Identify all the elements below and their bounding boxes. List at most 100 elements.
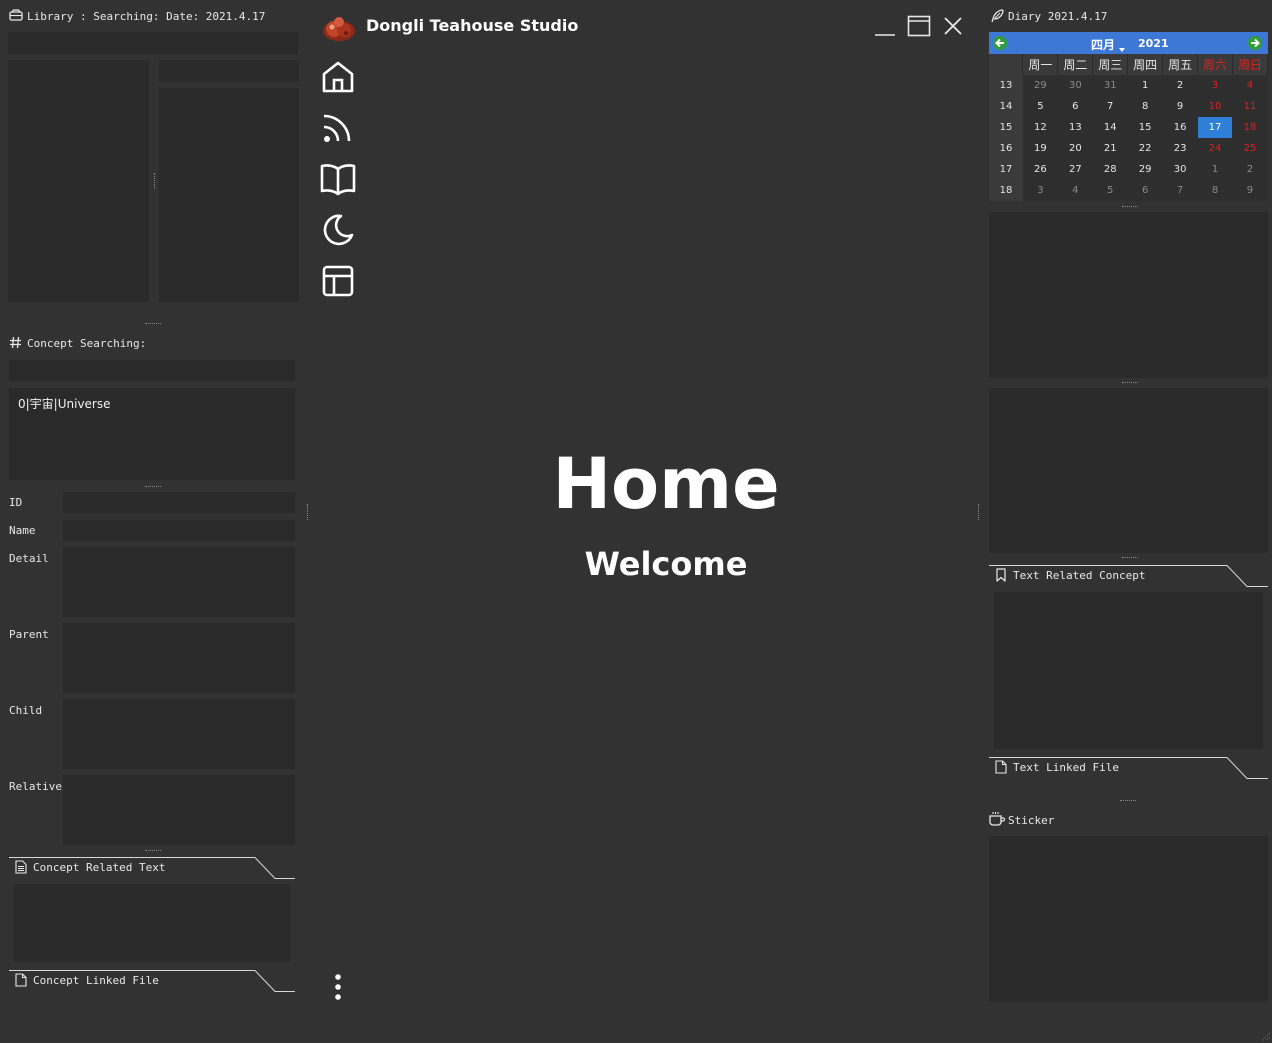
calendar-month[interactable]: 四月 [1091, 36, 1115, 53]
concept-result-item[interactable]: 0|宇宙|Universe [18, 395, 111, 412]
weekday-label: 周二 [1057, 54, 1094, 75]
book-icon[interactable] [320, 162, 356, 199]
home-subtitle: Welcome [584, 545, 748, 583]
id-field[interactable] [63, 492, 295, 513]
concept-related-text-list[interactable] [14, 884, 290, 962]
file-icon [995, 760, 1007, 777]
library-list[interactable] [159, 88, 299, 302]
day-cell[interactable]: 19 [1023, 138, 1058, 159]
day-cell[interactable]: 4 [1232, 75, 1267, 96]
moon-icon[interactable] [321, 213, 355, 250]
library-tree[interactable] [8, 60, 149, 302]
library-search-input[interactable] [8, 32, 298, 54]
day-cell[interactable]: 8 [1128, 96, 1163, 117]
day-cell[interactable]: 7 [1163, 180, 1198, 201]
day-cell[interactable]: 14 [1093, 117, 1128, 138]
prev-month-button[interactable] [993, 36, 1007, 50]
day-cell[interactable]: 16 [1163, 117, 1198, 138]
selected-day-cell[interactable]: 17 [1197, 117, 1233, 138]
day-cell[interactable]: 7 [1093, 96, 1128, 117]
day-cell[interactable]: 27 [1058, 159, 1093, 180]
text-related-concept-tab[interactable]: Text Related Concept [989, 565, 1268, 587]
minimize-button[interactable] [874, 16, 896, 41]
next-month-button[interactable] [1248, 36, 1262, 50]
day-cell[interactable]: 23 [1163, 138, 1198, 159]
day-cell[interactable]: 21 [1093, 138, 1128, 159]
day-cell[interactable]: 1 [1128, 75, 1163, 96]
day-cell[interactable]: 25 [1232, 138, 1267, 159]
day-cell[interactable]: 4 [1058, 180, 1093, 201]
day-cell[interactable]: 3 [1023, 180, 1058, 201]
more-vertical-icon[interactable] [331, 972, 345, 1007]
day-cell[interactable]: 11 [1232, 96, 1267, 117]
library-filter-input[interactable] [159, 60, 299, 82]
day-cell[interactable]: 2 [1232, 159, 1267, 180]
hash-icon [9, 336, 22, 352]
child-field[interactable] [63, 699, 295, 769]
library-splitter[interactable] [154, 173, 156, 189]
text-related-concept-list[interactable] [994, 592, 1263, 749]
text-linked-file-tab[interactable]: Text Linked File [989, 757, 1268, 779]
weekday-label: 周六 [1197, 54, 1233, 75]
concept-search-input[interactable] [9, 360, 295, 381]
calendar-week-row: 13 29 30 31 1 2 3 4 [989, 75, 1268, 96]
day-cell[interactable]: 20 [1058, 138, 1093, 159]
right-splitter-1[interactable] [1122, 206, 1138, 208]
day-cell[interactable]: 29 [1023, 75, 1058, 96]
right-splitter-4[interactable] [1120, 800, 1136, 802]
concept-fields-splitter[interactable] [145, 850, 161, 852]
concept-linked-file-tab[interactable]: Concept Linked File [9, 970, 295, 992]
diary-list[interactable] [989, 212, 1268, 378]
right-splitter-2[interactable] [1122, 382, 1138, 384]
weekday-label: 周四 [1127, 54, 1164, 75]
day-cell[interactable]: 2 [1163, 75, 1198, 96]
day-cell[interactable]: 29 [1128, 159, 1163, 180]
day-cell[interactable]: 6 [1058, 96, 1093, 117]
day-cell[interactable]: 12 [1023, 117, 1058, 138]
day-cell[interactable]: 5 [1023, 96, 1058, 117]
home-icon[interactable] [321, 60, 355, 97]
day-cell[interactable]: 22 [1128, 138, 1163, 159]
detail-label: Detail [9, 552, 49, 565]
week-number: 18 [989, 180, 1023, 201]
day-cell[interactable]: 8 [1198, 180, 1233, 201]
day-cell[interactable]: 6 [1128, 180, 1163, 201]
concept-related-text-tab[interactable]: Concept Related Text [9, 857, 295, 879]
day-cell[interactable]: 18 [1232, 117, 1267, 138]
left-splitter-1[interactable] [145, 323, 161, 325]
week-number: 13 [989, 75, 1023, 96]
sticker-area[interactable] [989, 836, 1268, 1002]
day-cell[interactable]: 1 [1198, 159, 1233, 180]
day-cell[interactable]: 5 [1093, 180, 1128, 201]
day-cell[interactable]: 24 [1198, 138, 1233, 159]
day-cell[interactable]: 30 [1163, 159, 1198, 180]
day-cell[interactable]: 13 [1058, 117, 1093, 138]
day-cell[interactable]: 15 [1128, 117, 1163, 138]
detail-field[interactable] [63, 547, 295, 617]
relative-field[interactable] [63, 775, 295, 845]
calendar[interactable]: 四月 2021 周一 周二 周三 周四 周五 周六 周日 13 29 30 31… [989, 32, 1269, 201]
name-field[interactable] [63, 520, 295, 541]
day-cell[interactable]: 26 [1023, 159, 1058, 180]
day-cell[interactable]: 28 [1093, 159, 1128, 180]
maximize-button[interactable] [907, 15, 931, 40]
rss-icon[interactable] [321, 112, 355, 147]
left-main-splitter[interactable] [307, 504, 309, 520]
right-main-splitter[interactable] [978, 504, 980, 520]
right-splitter-3[interactable] [1122, 557, 1138, 559]
day-cell[interactable]: 9 [1163, 96, 1198, 117]
day-cell[interactable]: 10 [1198, 96, 1233, 117]
day-cell[interactable]: 31 [1093, 75, 1128, 96]
calendar-year[interactable]: 2021 [1138, 37, 1169, 50]
day-cell[interactable]: 30 [1058, 75, 1093, 96]
day-cell[interactable]: 9 [1232, 180, 1267, 201]
layout-icon[interactable] [321, 264, 355, 301]
day-cell[interactable]: 3 [1198, 75, 1233, 96]
parent-field[interactable] [63, 623, 295, 693]
concept-result-list[interactable]: 0|宇宙|Universe [9, 388, 295, 480]
resize-grip-icon[interactable] [1259, 1030, 1271, 1043]
close-button[interactable] [943, 16, 963, 39]
concept-splitter[interactable] [145, 486, 161, 488]
library-icon [9, 9, 23, 24]
diary-editor[interactable] [989, 388, 1268, 553]
